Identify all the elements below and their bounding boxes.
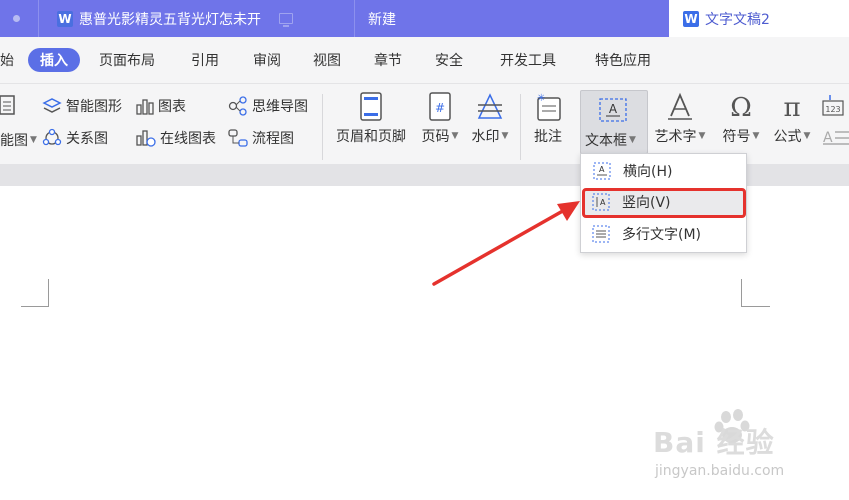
menu-page-layout[interactable]: 页面布局 [99,50,155,70]
partial-label: 能图 [0,133,28,149]
menu-view[interactable]: 视图 [313,50,341,70]
divider [520,94,521,160]
horizontal-textbox-icon: A [593,162,611,180]
mind-map-icon [228,96,247,116]
page-corner-marker-left [21,279,49,307]
relation-icon [42,128,62,146]
menu-item-horizontal[interactable]: A 横向(H) [581,156,746,186]
watermark-url: jingyan.baidu.com [655,463,785,479]
dot-icon [13,15,20,22]
svg-text:π: π [783,93,800,122]
text-align-icon: A [823,130,849,146]
menu-review[interactable]: 审阅 [253,50,281,70]
svg-text:A: A [599,165,605,174]
pi-icon: π [783,93,800,122]
watermark-brand: Bai 经验 [653,426,775,459]
menu-start[interactable]: 始 [0,50,14,70]
online-chart-button[interactable]: 在线图表 [136,128,216,148]
watermark-button[interactable]: 水印 ▼ [468,92,512,146]
home-tab[interactable] [0,0,36,37]
new-tab[interactable]: 新建 [354,0,668,37]
menu-item-label: 多行文字(M) [622,227,702,243]
textbox-label: 文本框 [585,133,627,149]
wps-writer-icon: W [683,10,699,27]
smart-art-label: 智能图形 [66,99,122,115]
comment-label: 批注 [534,129,562,145]
document-tab-2[interactable]: W 文字文稿2 [669,0,849,37]
smart-art-icon [42,98,62,113]
chart-label: 图表 [158,99,186,115]
menu-references[interactable]: 引用 [191,50,219,70]
tab-label: 文字文稿2 [705,11,770,28]
omega-icon: Ω [730,93,752,122]
wordart-icon [668,92,692,120]
bar-chart-icon [136,99,154,115]
menu-item-label: 竖向(V) [622,195,671,211]
chart-button[interactable]: 图表 [136,96,186,116]
svg-text:A: A [600,198,606,207]
wordart-button[interactable]: 艺术字 ▼ [651,92,709,146]
menu-bar: 始 插入 页面布局 引用 审阅 视图 章节 安全 开发工具 特色应用 [0,37,849,84]
svg-text:#: # [435,101,445,115]
red-arrow-annotation [432,201,580,286]
textbox-icon: A [599,98,627,122]
wps-writer-icon: W [57,10,73,27]
watermark-icon [477,93,503,119]
wordart-label: 艺术字 [654,129,697,145]
relation-label: 关系图 [66,131,108,147]
mind-map-label: 思维导图 [252,99,308,115]
symbol-button[interactable]: Ω 符号 ▼ [719,92,763,146]
formula-label: 公式 [773,129,802,145]
watermark-label: 水印 [471,129,500,145]
page-corner-marker-right [741,279,770,307]
comment-icon: ✳ [537,93,561,121]
tab-label: 惠普光影精灵五背光灯怎未开 [79,11,261,28]
page-number-button[interactable]: # 页码 ▼ [418,92,462,146]
smartart-partial-icon [0,95,15,115]
flowchart-icon [228,129,248,147]
header-footer-button[interactable]: 页眉和页脚 [333,92,409,146]
textbox-button[interactable]: A 文本框 ▼ [580,90,648,154]
numbering-icon: 123 [822,95,844,116]
monitor-icon[interactable] [279,13,293,27]
flowchart-label: 流程图 [252,131,294,147]
menu-item-label: 横向(H) [623,164,673,180]
svg-text:Ω: Ω [730,93,752,122]
smart-art-button[interactable]: 智能图形 [42,96,122,116]
menu-features[interactable]: 特色应用 [595,50,651,70]
vertical-textbox-icon: A [592,193,610,211]
flowchart-button[interactable]: 流程图 [228,128,294,148]
page-number-icon: # [429,92,451,121]
menu-developer[interactable]: 开发工具 [500,50,556,70]
mind-map-button[interactable]: 思维导图 [228,96,308,116]
svg-text:✳: ✳ [537,93,545,104]
symbol-label: 符号 [722,129,751,145]
menu-insert[interactable]: 插入 [28,48,80,72]
divider [322,94,323,160]
menu-security[interactable]: 安全 [435,50,463,70]
formula-button[interactable]: π 公式 ▼ [770,92,814,146]
menu-item-multiline[interactable]: 多行文字(M) [580,219,745,249]
title-bar: W 惠普光影精灵五背光灯怎未开 新建 W 文字文稿2 [0,0,849,37]
header-footer-icon [360,92,382,121]
menu-item-vertical[interactable]: A 竖向(V) [580,187,745,217]
partial-button[interactable]: 能图 ▼ [0,130,37,150]
document-tab-1[interactable]: W 惠普光影精灵五背光灯怎未开 [38,0,352,37]
svg-text:A: A [609,102,618,116]
menu-section[interactable]: 章节 [374,50,402,70]
online-chart-label: 在线图表 [160,131,216,147]
page-number-label: 页码 [421,129,450,145]
relation-chart-button[interactable]: 关系图 [42,128,108,148]
svg-text:123: 123 [825,105,840,114]
online-chart-icon [136,130,156,147]
tab-label: 新建 [368,11,396,28]
comment-button[interactable]: ✳ 批注 [528,92,568,146]
header-footer-label: 页眉和页脚 [336,129,406,145]
multiline-text-icon [592,225,610,243]
